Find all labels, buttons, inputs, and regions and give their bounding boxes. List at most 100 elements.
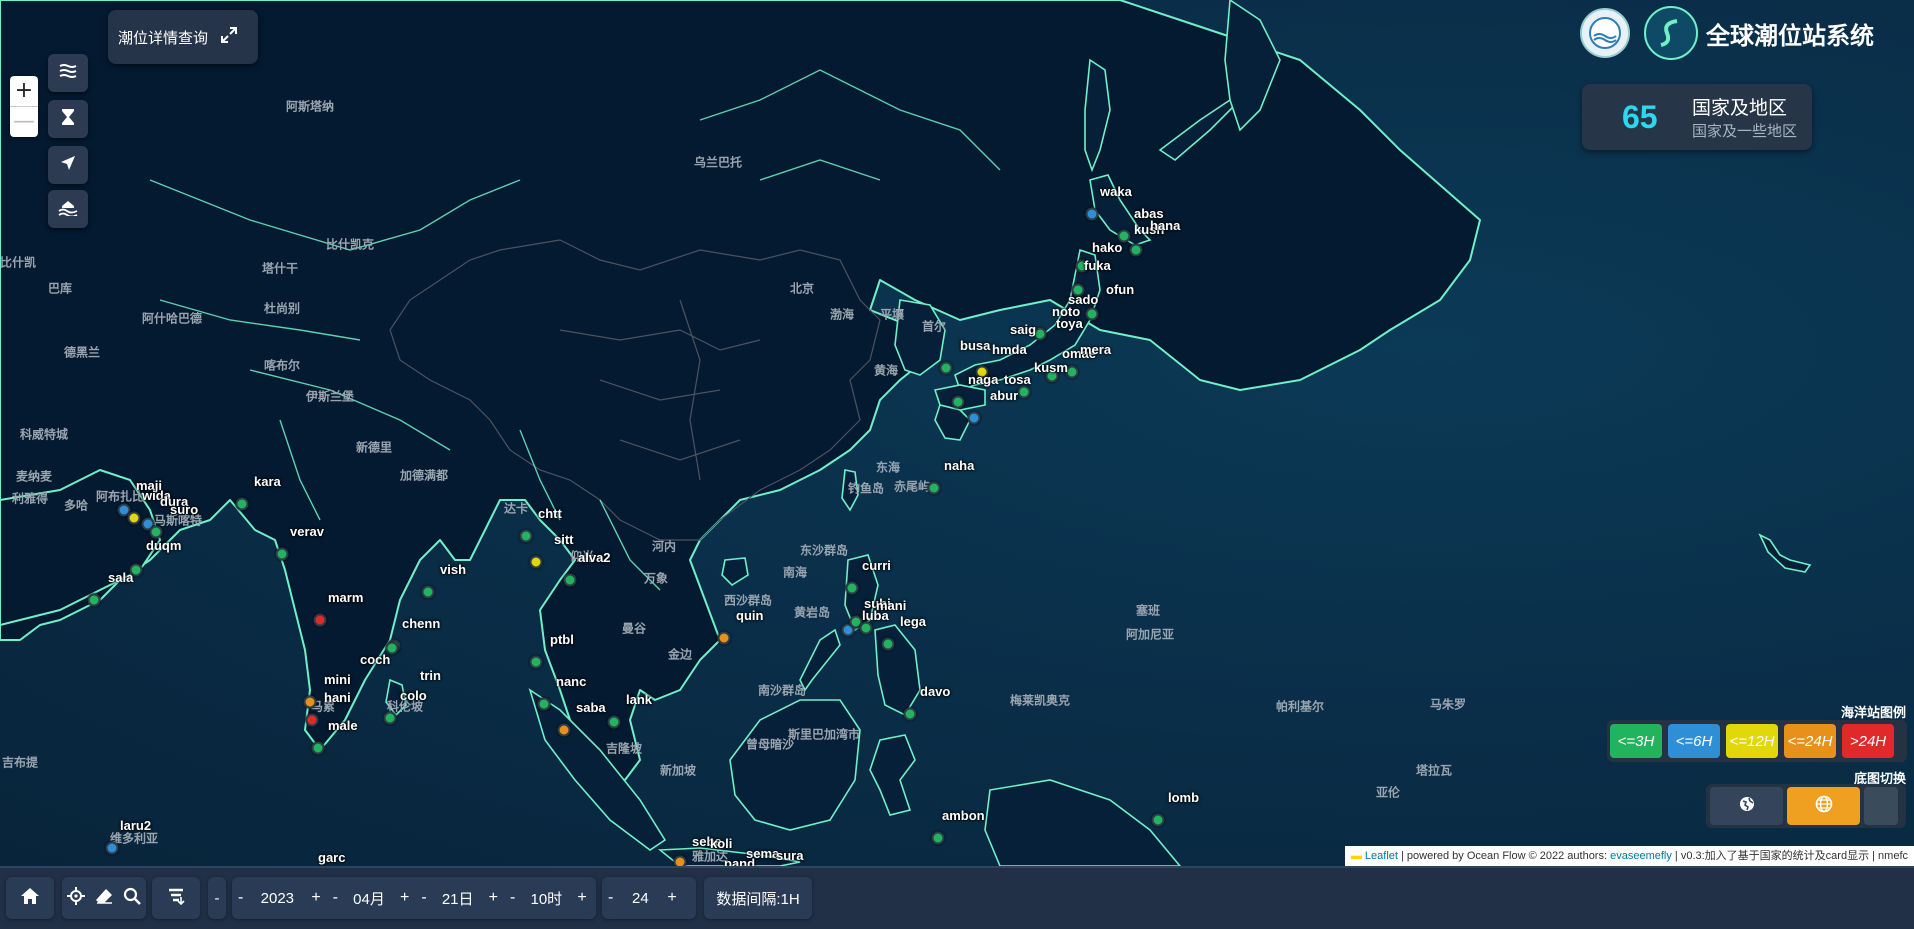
country-stat-card[interactable]: 65 国家及地区 国家及一些地区: [1582, 84, 1812, 150]
station-marker[interactable]: [717, 631, 731, 645]
station-marker[interactable]: [1085, 207, 1099, 221]
legend-item-12h[interactable]: <=12H: [1726, 724, 1778, 758]
detail-query-card[interactable]: 潮位详情查询: [108, 10, 258, 64]
day-plus-button[interactable]: +: [483, 889, 504, 907]
station-label[interactable]: hmda: [992, 342, 1027, 357]
hour-minus-button[interactable]: -: [504, 889, 521, 907]
station-label[interactable]: alva2: [578, 550, 611, 565]
station-marker[interactable]: [235, 497, 249, 511]
station-label[interactable]: suro: [170, 502, 198, 517]
station-label[interactable]: vish: [440, 562, 466, 577]
station-label[interactable]: lega: [900, 614, 926, 629]
station-marker[interactable]: [105, 841, 119, 855]
station-label[interactable]: nanc: [556, 674, 586, 689]
station-marker[interactable]: [305, 713, 319, 727]
station-marker[interactable]: [303, 695, 317, 709]
leaflet-link[interactable]: Leaflet: [1365, 850, 1398, 862]
author-link[interactable]: evaseemefly: [1610, 850, 1672, 862]
station-marker[interactable]: [607, 715, 621, 729]
station-marker[interactable]: [1151, 813, 1165, 827]
station-label[interactable]: luba: [862, 608, 889, 623]
station-label[interactable]: trin: [420, 668, 441, 683]
station-label[interactable]: naha: [944, 458, 974, 473]
month-plus-button[interactable]: +: [394, 889, 415, 907]
station-marker[interactable]: [421, 585, 435, 599]
station-label[interactable]: quin: [736, 608, 763, 623]
station-marker[interactable]: [557, 723, 571, 737]
zoom-in-button[interactable]: +: [10, 76, 38, 106]
station-marker[interactable]: [275, 547, 289, 561]
eraser-icon[interactable]: [95, 888, 113, 909]
search-zoom-icon[interactable]: [123, 887, 141, 910]
hour-plus-button[interactable]: +: [571, 889, 592, 907]
station-marker[interactable]: [1085, 307, 1099, 321]
year-value[interactable]: 2023: [249, 890, 305, 907]
locate-button[interactable]: [48, 146, 88, 184]
zoom-out-button[interactable]: —: [10, 106, 38, 137]
crosshair-icon[interactable]: [67, 886, 85, 910]
station-label[interactable]: hana: [1150, 218, 1180, 233]
station-label[interactable]: laru2: [120, 818, 151, 833]
legend-item-over-24h[interactable]: >24H: [1842, 724, 1894, 758]
station-marker[interactable]: [673, 855, 687, 866]
station-label[interactable]: tosa: [1004, 372, 1031, 387]
basemap-satellite-button[interactable]: [1787, 787, 1861, 825]
station-label[interactable]: duqm: [146, 538, 181, 553]
station-label[interactable]: ambon: [942, 808, 985, 823]
month-value[interactable]: 04月: [344, 888, 394, 909]
station-label[interactable]: hani: [324, 690, 351, 705]
station-marker[interactable]: [881, 637, 895, 651]
station-label[interactable]: marm: [328, 590, 363, 605]
legend-item-6h[interactable]: <=6H: [1668, 724, 1720, 758]
home-button[interactable]: [6, 877, 54, 919]
station-label[interactable]: kara: [254, 474, 281, 489]
station-label[interactable]: curri: [862, 558, 891, 573]
station-marker[interactable]: [519, 529, 533, 543]
prev-step-button[interactable]: -: [208, 877, 226, 919]
station-label[interactable]: fuka: [1084, 258, 1111, 273]
month-minus-button[interactable]: -: [327, 889, 344, 907]
station-label[interactable]: koli: [710, 836, 732, 851]
station-label[interactable]: ofun: [1106, 282, 1134, 297]
filter-button[interactable]: [152, 877, 200, 919]
station-marker[interactable]: [951, 395, 965, 409]
station-label[interactable]: lank: [626, 692, 652, 707]
legend-item-24h[interactable]: <=24H: [1784, 724, 1836, 758]
station-marker[interactable]: [939, 361, 953, 375]
station-label[interactable]: mini: [324, 672, 351, 687]
station-label[interactable]: verav: [290, 524, 324, 539]
station-label[interactable]: toya: [1056, 316, 1083, 331]
station-label[interactable]: colo: [400, 688, 427, 703]
station-label[interactable]: lomb: [1168, 790, 1199, 805]
station-marker[interactable]: [859, 621, 873, 635]
layers-button[interactable]: [48, 54, 88, 92]
station-label[interactable]: sura: [776, 848, 803, 863]
station-label[interactable]: male: [328, 718, 358, 733]
station-label[interactable]: chenn: [402, 616, 440, 631]
station-label[interactable]: sala: [108, 570, 133, 585]
station-label[interactable]: naga: [968, 372, 998, 387]
hour-value[interactable]: 10时: [521, 888, 571, 909]
station-label[interactable]: sitt: [554, 532, 574, 547]
station-marker[interactable]: [845, 581, 859, 595]
station-label[interactable]: davo: [920, 684, 950, 699]
station-marker[interactable]: [931, 831, 945, 845]
interval-value[interactable]: 24: [619, 890, 661, 907]
day-value[interactable]: 21日: [433, 888, 483, 909]
interval-plus-button[interactable]: +: [661, 889, 682, 907]
station-marker[interactable]: [313, 613, 327, 627]
station-label[interactable]: garc: [318, 850, 345, 865]
station-label[interactable]: kusm: [1034, 360, 1068, 375]
station-marker[interactable]: [149, 525, 163, 539]
expand-icon[interactable]: [220, 26, 238, 49]
station-marker[interactable]: [311, 741, 325, 755]
station-marker[interactable]: [1129, 243, 1143, 257]
day-minus-button[interactable]: -: [415, 889, 432, 907]
station-marker[interactable]: [563, 573, 577, 587]
station-marker[interactable]: [967, 411, 981, 425]
legend-item-3h[interactable]: <=3H: [1610, 724, 1662, 758]
station-marker[interactable]: [529, 555, 543, 569]
station-label[interactable]: hako: [1092, 240, 1122, 255]
station-marker[interactable]: [903, 707, 917, 721]
station-marker[interactable]: [537, 697, 551, 711]
